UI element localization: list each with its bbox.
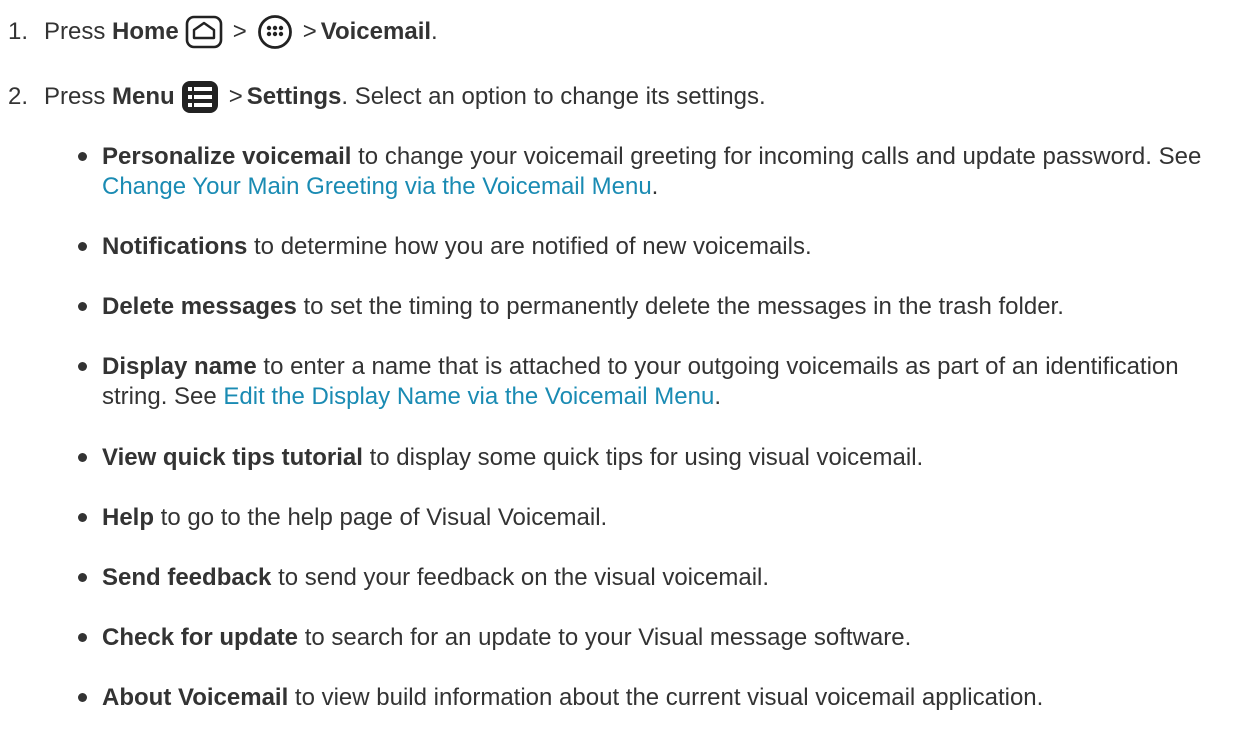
option-end: . xyxy=(714,383,721,410)
separator: > xyxy=(228,83,243,110)
step-1: 1. Press Home > > Voicemail. xyxy=(8,14,438,50)
list-item: Display name to enter a name that is att… xyxy=(78,352,1228,412)
option-term: Notifications xyxy=(102,233,248,260)
option-desc: to display some quick tips for using vis… xyxy=(362,444,924,471)
list-item: Check for update to search for an update… xyxy=(78,623,1228,653)
list-item: Send feedback to send your feedback on t… xyxy=(78,563,1228,593)
step-number: 1. xyxy=(8,18,29,45)
option-term: Personalize voicemail xyxy=(102,143,352,170)
step-end: . xyxy=(431,18,438,45)
list-item: Notifications to determine how you are n… xyxy=(78,232,1228,262)
step-text: Press xyxy=(44,83,106,110)
step-2: 2. Press Menu > Settings. Select an opti… xyxy=(8,80,766,114)
list-item: Help to go to the help page of Visual Vo… xyxy=(78,503,1228,533)
option-term: View quick tips tutorial xyxy=(102,444,363,471)
option-desc: to determine how you are notified of new… xyxy=(247,233,812,260)
bullet-icon xyxy=(78,302,87,311)
list-item: Personalize voicemail to change your voi… xyxy=(78,142,1228,202)
step-text: Press xyxy=(44,18,106,45)
bullet-icon xyxy=(78,453,87,462)
option-desc: to change your voicemail greeting for in… xyxy=(351,143,1202,170)
menu-icon xyxy=(181,80,219,114)
settings-label: Settings xyxy=(246,83,342,110)
list-item: View quick tips tutorial to display some… xyxy=(78,443,1228,473)
option-term: Check for update xyxy=(102,624,299,651)
option-desc: to go to the help page of Visual Voicema… xyxy=(154,504,608,531)
bullet-icon xyxy=(78,242,87,251)
list-item: About Voicemail to view build informatio… xyxy=(78,683,1228,713)
bullet-icon xyxy=(78,693,87,702)
list-item: Delete messages to set the timing to per… xyxy=(78,292,1228,322)
separator: > xyxy=(232,18,247,45)
option-desc: to view build information about the curr… xyxy=(288,684,1044,711)
option-term: Display name xyxy=(102,353,257,380)
bullet-icon xyxy=(78,573,87,582)
separator: > xyxy=(302,18,317,45)
option-term: Delete messages xyxy=(102,293,297,320)
apps-icon xyxy=(257,14,293,50)
bullet-icon xyxy=(78,362,87,371)
option-desc: to search for an update to your Visual m… xyxy=(298,624,912,651)
bullet-icon xyxy=(78,152,87,161)
home-icon xyxy=(185,15,223,49)
step-number: 2. xyxy=(8,83,29,110)
option-desc: to set the timing to permanently delete … xyxy=(296,293,1064,320)
option-term: About Voicemail xyxy=(102,684,289,711)
menu-label: Menu xyxy=(112,83,175,110)
home-label: Home xyxy=(112,18,179,45)
step-end: . Select an option to change its setting… xyxy=(341,83,766,110)
voicemail-label: Voicemail xyxy=(320,18,432,45)
bullet-icon xyxy=(78,633,87,642)
option-term: Help xyxy=(102,504,155,531)
option-desc: to send your feedback on the visual voic… xyxy=(271,564,770,591)
option-term: Send feedback xyxy=(102,564,272,591)
display-name-link[interactable]: Edit the Display Name via the Voicemail … xyxy=(223,383,714,410)
option-end: . xyxy=(651,173,659,200)
bullet-icon xyxy=(78,513,87,522)
greeting-link[interactable]: Change Your Main Greeting via the Voicem… xyxy=(102,173,652,200)
